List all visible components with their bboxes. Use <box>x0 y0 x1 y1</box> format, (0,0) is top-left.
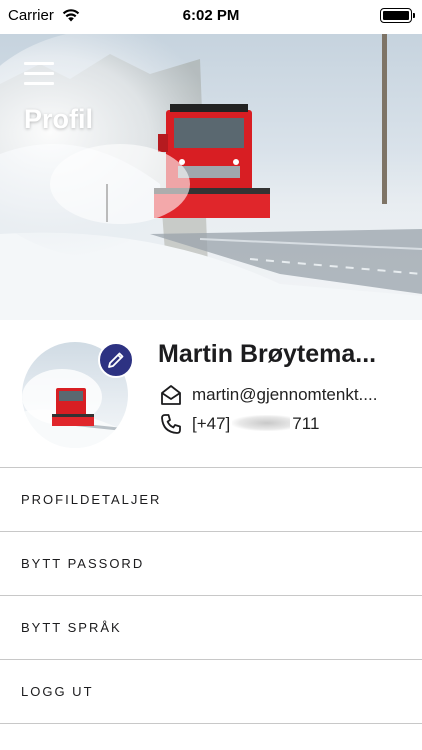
profile-menu-list: PROFILDETALJER BYTT PASSORD BYTT SPRÅK L… <box>0 467 422 724</box>
status-bar: Carrier 6:02 PM <box>0 0 422 30</box>
menu-item-logout[interactable]: LOGG UT <box>0 660 422 724</box>
phone-icon <box>161 414 181 434</box>
snowplow-scene-image <box>0 34 422 320</box>
phone-suffix: 711 <box>292 414 320 433</box>
email-row: martin@gjennomtenkt.... <box>160 384 400 406</box>
menu-item-label: BYTT PASSORD <box>21 556 145 571</box>
menu-item-label: LOGG UT <box>21 684 94 699</box>
avatar-container <box>22 342 134 448</box>
mail-open-icon <box>161 385 181 405</box>
menu-item-profile-details[interactable]: PROFILDETALJER <box>0 468 422 532</box>
profile-summary: Martin Brøytema... martin@gjennomtenkt..… <box>0 320 422 468</box>
wifi-icon <box>62 9 80 22</box>
edit-profile-button[interactable] <box>98 342 134 378</box>
header-hero-image: Profil <box>0 34 422 320</box>
profile-phone: [+47] 711 <box>192 414 319 434</box>
profile-email: martin@gjennomtenkt.... <box>192 385 378 404</box>
phone-row: [+47] 711 <box>160 413 400 435</box>
hamburger-menu-icon[interactable] <box>24 62 54 86</box>
menu-item-change-language[interactable]: BYTT SPRÅK <box>0 596 422 660</box>
menu-item-change-password[interactable]: BYTT PASSORD <box>0 532 422 596</box>
battery-icon <box>380 7 415 23</box>
status-left: Carrier <box>8 7 80 24</box>
carrier-label: Carrier <box>8 6 54 24</box>
phone-redacted-blur <box>232 415 291 431</box>
phone-prefix: [+47] <box>192 414 231 433</box>
menu-item-label: PROFILDETALJER <box>21 492 162 507</box>
menu-item-label: BYTT SPRÅK <box>21 620 122 635</box>
pencil-icon <box>108 352 124 368</box>
battery-fill <box>383 10 409 20</box>
page-title: Profil <box>24 104 94 134</box>
profile-name: Martin Brøytema... <box>158 340 377 368</box>
